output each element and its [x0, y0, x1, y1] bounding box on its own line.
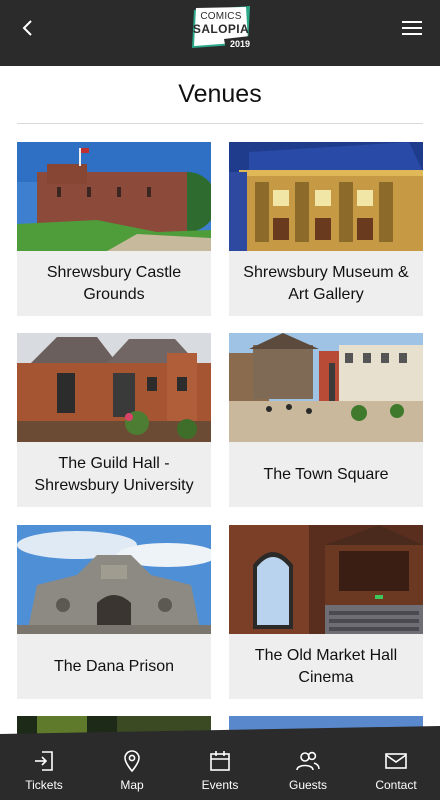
nav-guests[interactable]: Guests: [264, 734, 352, 800]
back-button[interactable]: [14, 14, 42, 42]
venue-name: The Town Square: [263, 465, 389, 483]
nav-label: Tickets: [25, 778, 63, 792]
venue-card-guild-hall[interactable]: The Guild Hall - Shrewsbury University: [17, 333, 211, 507]
calendar-icon: [210, 751, 230, 771]
venue-name: The Guild Hall - Shrewsbury University: [34, 454, 194, 494]
venue-name: Shrewsbury Museum & Art Gallery: [243, 263, 409, 303]
venue-name: The Old Market Hall Cinema: [254, 646, 398, 686]
envelope-icon: [385, 753, 407, 769]
map-pin-icon: [124, 750, 140, 773]
nav-tickets[interactable]: Tickets: [0, 734, 88, 800]
logo-line1: COMICS: [200, 11, 242, 22]
page-title: Venues: [178, 80, 262, 108]
nav-label: Events: [201, 778, 239, 792]
venue-photo-castle: [17, 142, 211, 251]
venue-photo-town-square: [229, 333, 423, 442]
venue-photo-guild-hall: [17, 333, 211, 442]
chevron-left-icon: [22, 20, 32, 36]
nav-label: Guests: [288, 778, 327, 792]
logo-line2: SALOPIA: [192, 22, 250, 36]
venue-card-museum[interactable]: Shrewsbury Museum & Art Gallery: [229, 142, 423, 316]
nav-contact[interactable]: Contact: [352, 734, 440, 800]
venue-card-castle[interactable]: Shrewsbury Castle Grounds: [17, 142, 211, 316]
menu-button[interactable]: [398, 14, 426, 42]
nav-label: Contact: [375, 778, 417, 792]
nav-label: Map: [120, 778, 144, 792]
venue-photo-old-market-hall: [229, 525, 423, 634]
logo-year: 2019: [229, 39, 250, 49]
bottom-navigation: Tickets Map Events Guests Contact: [0, 726, 440, 800]
nav-events[interactable]: Events: [176, 734, 264, 800]
ticket-login-icon: [35, 751, 53, 771]
venue-name: The Dana Prison: [53, 657, 175, 675]
nav-map[interactable]: Map: [88, 734, 176, 800]
venue-card-dana-prison[interactable]: The Dana Prison: [17, 525, 211, 699]
venue-card-town-square[interactable]: The Town Square: [229, 333, 423, 507]
app-header: COMICS SALOPIA 2019: [0, 0, 440, 66]
venue-photo-museum: [229, 142, 423, 251]
venue-name: Shrewsbury Castle Grounds: [46, 263, 182, 303]
venue-photo-dana-prison: [17, 525, 211, 634]
title-divider: [17, 123, 423, 124]
venues-list[interactable]: Venues Shrewsbury Castle Grounds Shrewsb…: [0, 66, 440, 736]
venue-card-old-market-hall[interactable]: The Old Market Hall Cinema: [229, 525, 423, 699]
guests-icon: [296, 751, 320, 771]
comics-salopia-logo[interactable]: COMICS SALOPIA 2019: [190, 6, 252, 50]
hamburger-icon: [402, 21, 422, 35]
